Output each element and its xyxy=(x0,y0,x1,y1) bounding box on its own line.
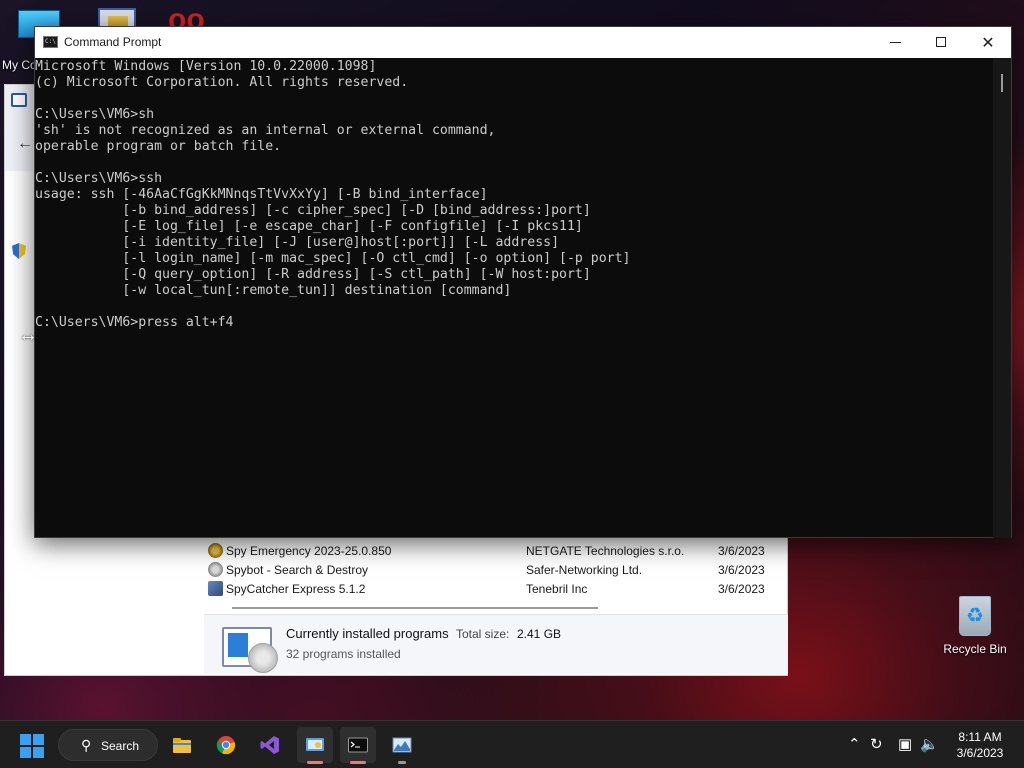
program-name: Spybot - Search & Destroy xyxy=(226,563,369,577)
recycle-bin-label: Recycle Bin xyxy=(943,642,1007,656)
programs-count: 32 programs installed xyxy=(286,647,401,661)
command-prompt-window[interactable]: Command Prompt ✕ Microsoft Windows [Vers… xyxy=(34,26,1012,538)
chrome-button[interactable] xyxy=(208,727,244,763)
console-line: (c) Microsoft Corporation. All rights re… xyxy=(35,75,409,90)
close-icon: ✕ xyxy=(981,33,995,52)
search-icon: ⚲ xyxy=(81,737,92,753)
console-line: C:\Users\VM6>ssh xyxy=(35,171,163,186)
back-arrow-icon[interactable]: ← xyxy=(17,135,33,153)
console-line: [-Q query_option] [-R address] [-S ctl_p… xyxy=(35,267,591,282)
maximize-button[interactable] xyxy=(919,27,965,58)
program-name: Spy Emergency 2023-25.0.850 xyxy=(226,544,392,558)
active-indicator xyxy=(307,761,323,764)
total-size-label: Total size: xyxy=(456,627,510,641)
chevron-up-icon[interactable]: ⌃ xyxy=(848,735,861,753)
console-line: operable program or batch file. xyxy=(35,139,282,154)
installed-programs-icon xyxy=(222,627,278,673)
my-computer-label[interactable]: My Co xyxy=(2,58,37,72)
program-row[interactable]: Spy Emergency 2023-25.0.850 NETGATE Tech… xyxy=(208,541,778,560)
program-date: 3/6/2023 xyxy=(718,544,765,558)
console-output[interactable]: Microsoft Windows [Version 10.0.22000.10… xyxy=(35,58,995,538)
network-icon[interactable]: ▣ xyxy=(898,735,912,753)
minimize-button[interactable] xyxy=(873,27,919,58)
console-line: usage: ssh [-46AaCfGgKkMNnqsTtVvXxYy] [-… xyxy=(35,187,488,202)
cmd-title: Command Prompt xyxy=(64,35,162,49)
search-box[interactable]: ⚲ Search xyxy=(58,729,158,761)
chrome-icon xyxy=(216,736,236,755)
program-row[interactable]: Spybot - Search & Destroy Safer-Networki… xyxy=(208,560,778,579)
clock-time: 8:11 AM xyxy=(958,730,1002,744)
resize-cursor-icon: ↔ xyxy=(18,324,38,346)
maximize-icon xyxy=(936,37,946,47)
spy-emergency-icon xyxy=(208,543,223,558)
cmd-titlebar[interactable]: Command Prompt ✕ xyxy=(35,27,1011,58)
recycle-bin-icon: ♻ xyxy=(959,596,991,636)
program-publisher: Tenebril Inc xyxy=(526,582,588,596)
windows-logo-icon xyxy=(20,734,31,745)
program-date: 3/6/2023 xyxy=(718,582,765,596)
program-publisher: Safer-Networking Ltd. xyxy=(526,563,643,577)
clock-date: 3/6/2023 xyxy=(956,746,1004,760)
taskbar: ⚲ Search ⌃ ↻ ▣ 🔈 8:11 AM 3/6/2023 xyxy=(0,720,1024,768)
program-row[interactable]: SpyCatcher Express 5.1.2 Tenebril Inc 3/… xyxy=(208,579,778,598)
visual-studio-button[interactable] xyxy=(252,727,288,763)
total-size-value: 2.41 GB xyxy=(517,627,562,641)
console-line: [-b bind_address] [-c cipher_spec] [-D [… xyxy=(35,203,591,218)
console-line: 'sh' is not recognized as an internal or… xyxy=(35,123,496,138)
running-indicator xyxy=(398,761,406,764)
system-icon[interactable] xyxy=(11,93,27,107)
console-line: [-i identity_file] [-J [user@]host[:port… xyxy=(35,235,560,250)
command-prompt-button[interactable] xyxy=(340,727,376,764)
console-line: C:\Users\VM6>sh xyxy=(35,107,155,122)
clock[interactable]: 8:11 AM 3/6/2023 xyxy=(944,729,1016,761)
volume-icon[interactable]: 🔈 xyxy=(920,735,939,753)
console-line: C:\Users\VM6>press alt+f4 xyxy=(35,315,234,330)
recycle-bin[interactable]: ♻ Recycle Bin xyxy=(940,596,1010,656)
close-button[interactable]: ✕ xyxy=(965,27,1011,58)
console-line: Microsoft Windows [Version 10.0.22000.10… xyxy=(35,59,377,74)
control-panel-icon xyxy=(306,738,324,751)
shield-icon xyxy=(12,243,26,259)
program-date: 3/6/2023 xyxy=(718,563,765,577)
cmd-app-icon[interactable] xyxy=(43,36,58,48)
console-line: [-w local_tun[:remote_tun]] destination … xyxy=(35,283,512,298)
program-name: SpyCatcher Express 5.1.2 xyxy=(226,582,366,596)
control-panel-button[interactable] xyxy=(297,727,333,764)
search-label: Search xyxy=(101,739,140,753)
file-explorer-icon xyxy=(173,738,191,753)
visual-studio-icon xyxy=(260,736,279,754)
vertical-scrollbar[interactable] xyxy=(993,58,1011,538)
resource-monitor-button[interactable] xyxy=(384,727,420,764)
resource-monitor-icon xyxy=(392,737,412,753)
minimize-icon xyxy=(890,42,901,43)
horizontal-scrollbar[interactable] xyxy=(232,607,598,609)
summary-title: Currently installed programs xyxy=(286,626,449,641)
command-prompt-icon xyxy=(348,737,368,753)
scrollbar-thumb[interactable] xyxy=(1001,74,1003,92)
active-indicator xyxy=(350,761,366,764)
console-line: [-l login_name] [-m mac_spec] [-O ctl_cm… xyxy=(35,251,631,266)
spycatcher-icon xyxy=(208,581,223,596)
start-button[interactable] xyxy=(20,734,44,758)
program-publisher: NETGATE Technologies s.r.o. xyxy=(526,544,685,558)
sync-icon[interactable]: ↻ xyxy=(870,735,883,753)
console-line: [-E log_file] [-e escape_char] [-F confi… xyxy=(35,219,583,234)
file-explorer-button[interactable] xyxy=(164,727,200,763)
spybot-icon xyxy=(208,562,223,577)
installed-summary: Currently installed programs Total size:… xyxy=(204,614,788,674)
